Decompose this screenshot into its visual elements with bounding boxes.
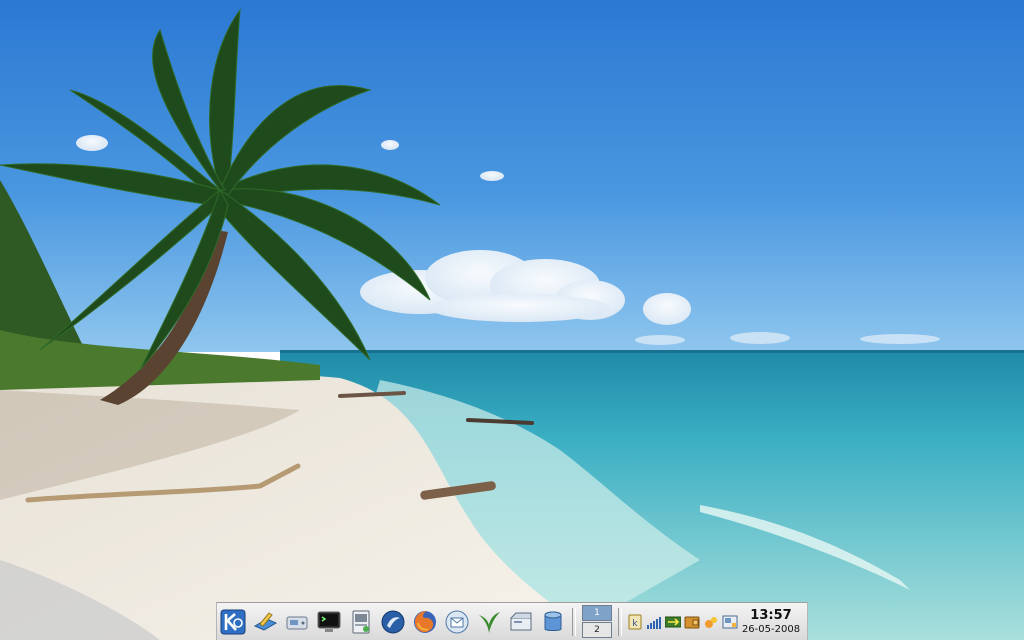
desktop-wallpaper[interactable]: [0, 0, 1024, 640]
amarok-launcher[interactable]: [474, 607, 504, 637]
mail-icon: [445, 610, 469, 633]
database-launcher[interactable]: [538, 607, 568, 637]
desktop-pager: 1 2: [582, 604, 612, 639]
office-icon: [510, 612, 532, 630]
firefox-launcher[interactable]: [410, 607, 440, 637]
panel-separator: [618, 607, 622, 636]
clock-date: 26-05-2008: [741, 623, 801, 635]
wallet-tray-button[interactable]: [683, 613, 700, 630]
network-tray-button[interactable]: [664, 613, 681, 630]
konsole-launcher[interactable]: [314, 607, 344, 637]
klipper-tray-button[interactable]: k: [626, 613, 643, 630]
clock-time: 13:57: [750, 607, 792, 623]
home-folder-launcher[interactable]: [250, 607, 280, 637]
network-icon: [664, 616, 681, 627]
kde-k-icon: [220, 609, 246, 634]
home-folder-icon: [253, 611, 278, 631]
pager-desktop-2[interactable]: 2: [582, 621, 612, 638]
system-icon: [286, 616, 308, 629]
printer-icon: [722, 615, 737, 628]
panel-separator: [572, 607, 576, 636]
terminal-icon: [317, 611, 341, 632]
printer-tray-button[interactable]: [721, 613, 738, 630]
kate-launcher[interactable]: [346, 607, 376, 637]
wallet-icon: [684, 616, 699, 628]
kontact-launcher[interactable]: [442, 607, 472, 637]
browser-icon: [381, 610, 405, 633]
updater-tray-button[interactable]: [702, 613, 719, 630]
pager-desktop-1[interactable]: 1: [582, 604, 612, 621]
music-icon: [479, 611, 500, 633]
database-icon: [544, 611, 562, 631]
firefox-icon: [414, 610, 436, 633]
updater-icon: [704, 616, 717, 628]
kpresenter-launcher[interactable]: [506, 607, 536, 637]
beach-wallpaper-image: [0, 0, 1024, 640]
signal-strength-icon: [646, 616, 661, 629]
clock[interactable]: 13:57 26-05-2008: [739, 609, 807, 635]
clipboard-icon: k: [628, 614, 641, 629]
kde-menu-button[interactable]: [218, 607, 248, 637]
text-editor-icon: [352, 610, 370, 633]
signal-tray-button[interactable]: [645, 613, 662, 630]
system-launcher[interactable]: [282, 607, 312, 637]
taskbar-panel: 1 2 k 13:57 26-05-2008: [216, 602, 808, 640]
konqueror-launcher[interactable]: [378, 607, 408, 637]
svg-text:k: k: [632, 619, 638, 629]
